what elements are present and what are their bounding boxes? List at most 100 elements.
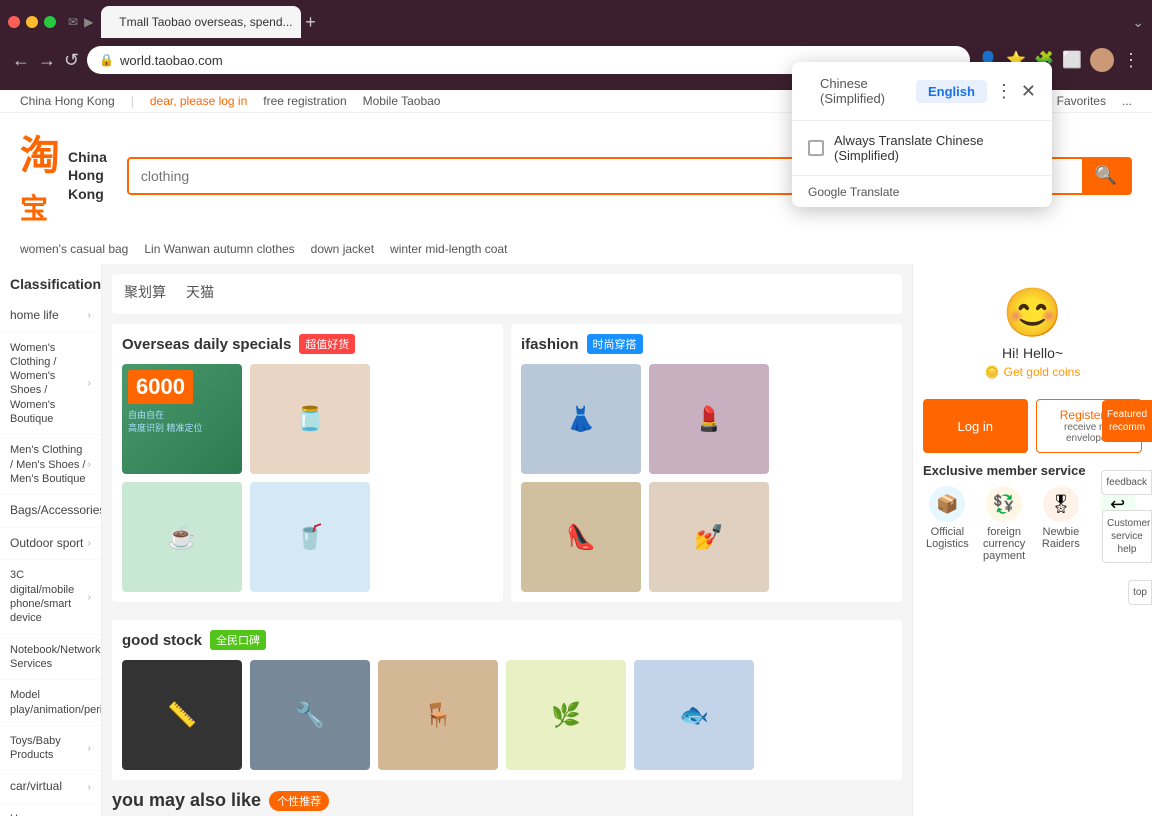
product-card-2[interactable]: 🫙: [250, 364, 370, 474]
more-link[interactable]: ...: [1122, 94, 1132, 108]
featured-sidebar[interactable]: Featured recomm: [1102, 400, 1152, 442]
product-card-4[interactable]: 🥤: [250, 482, 370, 592]
search-suggestions: women's casual bag Lin Wanwan autumn clo…: [0, 238, 1152, 264]
arrow-icon: ›: [88, 458, 91, 471]
ifashion-card-3[interactable]: 👠: [521, 482, 641, 592]
sidebar-title: Classification: [0, 264, 101, 300]
mobile-link[interactable]: Mobile Taobao: [363, 94, 441, 108]
daily-specials-section: Overseas daily specials 超值好货 6000 自由自在高度…: [112, 324, 503, 602]
logo-hong: Hong: [68, 166, 107, 184]
tab-title: Tmall Taobao overseas, spend...: [119, 15, 292, 29]
ifashion-card-2[interactable]: 💄: [649, 364, 769, 474]
goodstock-card-3[interactable]: 🪑: [378, 660, 498, 770]
ifashion-badge: 时尚穿搭: [587, 334, 643, 354]
maximize-window[interactable]: [44, 16, 56, 28]
register-link[interactable]: free registration: [263, 94, 346, 108]
ifashion-img-1: 👗: [521, 364, 641, 474]
sidebar-item-mens[interactable]: Men's Clothing / Men's Shoes / Men's Bou…: [0, 435, 101, 495]
lock-icon: 🔒: [99, 53, 114, 67]
more-options-button[interactable]: ⋮: [1122, 50, 1140, 71]
translate-more-button[interactable]: ⋮: [995, 81, 1013, 102]
user-avatar[interactable]: [1090, 48, 1114, 72]
daily-title: Overseas daily specials: [122, 336, 291, 353]
product-card-3[interactable]: ☕: [122, 482, 242, 592]
active-tab[interactable]: Tmall Taobao overseas, spend... ✕: [101, 6, 301, 38]
gmail-icon[interactable]: ✉: [68, 15, 78, 29]
google-translate-label: Google Translate: [808, 185, 899, 199]
divider1: |: [131, 94, 134, 108]
good-stock-section: good stock 全民口碑 📏 🔧 🪑 🌿 🐟: [112, 620, 902, 780]
arrow-icon: ›: [88, 377, 91, 390]
suggestion-3[interactable]: down jacket: [311, 242, 374, 256]
feedback-sidebar[interactable]: feedback: [1101, 470, 1152, 495]
currency-icon: 💱: [986, 486, 1022, 522]
currency-label: foreign currency payment: [980, 526, 1029, 562]
suggestion-2[interactable]: Lin Wanwan autumn clothes: [144, 242, 294, 256]
ifashion-img-2: 💄: [649, 364, 769, 474]
ifashion-title: ifashion: [521, 336, 579, 353]
translate-option[interactable]: Always Translate Chinese (Simplified): [792, 121, 1052, 175]
back-button[interactable]: ←: [12, 50, 30, 71]
service-logistics[interactable]: 📦 Official Logistics: [923, 486, 972, 562]
tab-overflow[interactable]: ⌄: [1132, 14, 1144, 31]
ifashion-card-1[interactable]: 👗: [521, 364, 641, 474]
service-currency[interactable]: 💱 foreign currency payment: [980, 486, 1029, 562]
reload-button[interactable]: ↺: [64, 50, 79, 71]
translate-checkbox[interactable]: [808, 140, 824, 156]
login-link[interactable]: dear, please log in: [150, 94, 247, 108]
arrow-icon: ›: [88, 742, 91, 755]
search-button[interactable]: 🔍: [1082, 159, 1130, 193]
goodstock-card-4[interactable]: 🌿: [506, 660, 626, 770]
sidebar-item-home[interactable]: home life ›: [0, 300, 101, 333]
suggestion-4[interactable]: winter mid-length coat: [390, 242, 507, 256]
service-newbie[interactable]: 🎖 Newbie Raiders: [1037, 486, 1086, 562]
product-card-1[interactable]: 6000 自由自在高度识别 精准定位: [122, 364, 242, 474]
sidebar-item-toys[interactable]: Toys/Baby Products ›: [0, 726, 101, 772]
tab-tmall[interactable]: 天猫: [186, 282, 214, 306]
translate-header: Chinese (Simplified) English ⋮ ✕: [792, 62, 1052, 120]
sidebar-item-notebook[interactable]: Notebook/Network Services ›: [0, 635, 101, 681]
sidebar-item-outdoor[interactable]: Outdoor sport ›: [0, 528, 101, 561]
minimize-window[interactable]: [26, 16, 38, 28]
tab-bar: ✉ ▶ Tmall Taobao overseas, spend... ✕ + …: [0, 0, 1152, 38]
login-button[interactable]: Log in: [923, 399, 1028, 453]
translate-close-button[interactable]: ✕: [1021, 81, 1036, 102]
gold-coins-link[interactable]: 🪙 Get gold coins: [923, 365, 1142, 379]
sidebar-item-bags[interactable]: Bags/Accessories ›: [0, 495, 101, 528]
tab-juhusuan[interactable]: 聚划算: [124, 282, 166, 306]
logo-china: China: [68, 148, 107, 166]
newbie-icon: 🎖: [1043, 486, 1079, 522]
sidebar-item-3c[interactable]: 3C digital/mobile phone/smart device ›: [0, 560, 101, 634]
favorites[interactable]: ★ Favorites: [1043, 94, 1106, 108]
sidebar-toggle[interactable]: ⬜: [1062, 50, 1082, 70]
goodstock-header: good stock 全民口碑: [122, 630, 892, 650]
sidebar-item-appliances[interactable]: Home Appliances/Audio ›: [0, 804, 101, 816]
top-sidebar[interactable]: top: [1128, 580, 1152, 605]
tab-close-button[interactable]: ✕: [301, 15, 302, 29]
main-layout: Classification home life › Women's Cloth…: [0, 264, 1152, 816]
translate-lang-chinese[interactable]: Chinese (Simplified): [808, 72, 908, 110]
goodstock-img-5: 🐟: [634, 660, 754, 770]
translate-lang-english[interactable]: English: [916, 80, 987, 103]
customer-service-sidebar[interactable]: Customer service help: [1102, 510, 1152, 563]
content-tabs: 聚划算 天猫: [112, 274, 902, 314]
ifashion-section: ifashion 时尚穿搭 👗 💄 👠 💅: [511, 324, 902, 602]
region-selector[interactable]: China Hong Kong: [20, 94, 115, 108]
daily-products: 6000 自由自在高度识别 精准定位 🫙 ☕ 🥤: [122, 364, 493, 592]
url-text: world.taobao.com: [120, 53, 223, 68]
sidebar-item-car[interactable]: car/virtual ›: [0, 771, 101, 804]
goodstock-card-5[interactable]: 🐟: [634, 660, 754, 770]
media-icon[interactable]: ▶: [84, 15, 93, 29]
logo-kong: Kong: [68, 185, 107, 203]
number-6000: 6000: [128, 370, 193, 404]
ifashion-card-4[interactable]: 💅: [649, 482, 769, 592]
coin-icon: 🪙: [985, 365, 1000, 379]
forward-button[interactable]: →: [38, 50, 56, 71]
new-tab-button[interactable]: +: [305, 12, 316, 33]
sidebar-item-model[interactable]: Model play/animation/peripheral ›: [0, 680, 101, 726]
suggestion-1[interactable]: women's casual bag: [20, 242, 128, 256]
goodstock-card-1[interactable]: 📏: [122, 660, 242, 770]
close-window[interactable]: [8, 16, 20, 28]
sidebar-item-womens[interactable]: Women's Clothing / Women's Shoes / Women…: [0, 333, 101, 436]
goodstock-card-2[interactable]: 🔧: [250, 660, 370, 770]
